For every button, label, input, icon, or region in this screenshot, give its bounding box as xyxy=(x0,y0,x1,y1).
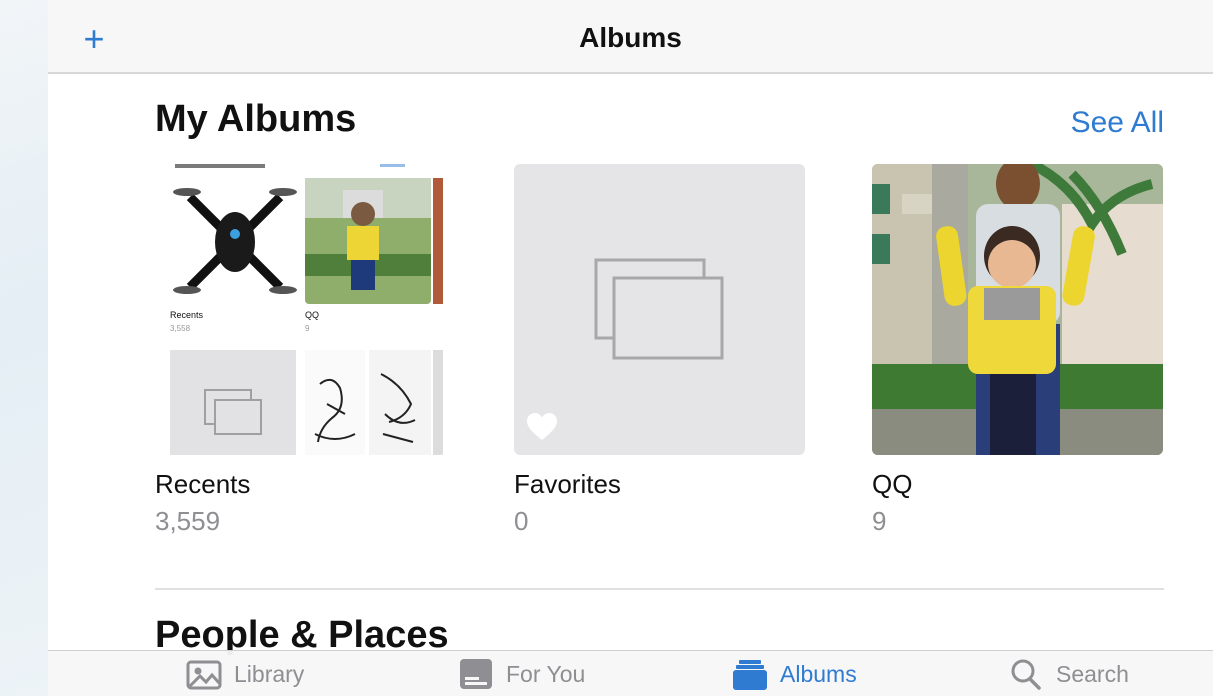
tab-for-you-label: For You xyxy=(506,660,586,687)
album-name-favorites: Favorites xyxy=(514,469,621,499)
my-albums-heading: My Albums xyxy=(155,98,357,140)
page-title: Albums xyxy=(579,22,682,53)
navigation-bar: + Albums xyxy=(48,0,1213,74)
album-name-recents: Recents xyxy=(155,469,251,499)
tab-search-label: Search xyxy=(1056,660,1129,687)
tab-albums[interactable]: Albums xyxy=(732,651,857,696)
heart-icon xyxy=(527,413,557,440)
album-thumb-qq[interactable] xyxy=(872,164,1163,455)
tab-for-you[interactable]: For You xyxy=(458,651,585,696)
preview-qq-count: 9 xyxy=(305,324,310,333)
section-divider xyxy=(155,588,1164,590)
album-name-qq: QQ xyxy=(872,469,913,499)
search-icon xyxy=(1011,659,1041,690)
preview-qq-label: QQ xyxy=(305,310,319,320)
preview-recents-label: Recents xyxy=(170,310,204,320)
see-all-link[interactable]: See All xyxy=(1071,106,1164,140)
tab-library-label: Library xyxy=(234,660,305,687)
album-count-recents: 3,559 xyxy=(155,506,221,536)
photo-icon xyxy=(186,660,222,690)
album-thumb-favorites[interactable] xyxy=(514,164,805,455)
recents-screenshot-thumbnail: Recents 3,558 QQ 9 xyxy=(155,164,446,455)
tab-albums-label: Albums xyxy=(780,660,857,687)
qq-photo-thumbnail xyxy=(872,164,1163,455)
background-left xyxy=(0,0,48,696)
album-count-favorites: 0 xyxy=(514,506,529,536)
albums-icon xyxy=(733,660,767,690)
tab-library[interactable]: Library xyxy=(186,651,304,696)
for-you-icon xyxy=(460,659,492,689)
tab-search[interactable]: Search xyxy=(1008,651,1129,696)
tab-bar: Library For You Albums Search xyxy=(48,650,1213,696)
album-count-qq: 9 xyxy=(872,506,887,536)
preview-recents-count: 3,558 xyxy=(170,324,191,333)
albums-screen: + Albums My Albums See All Recents 3,558 xyxy=(48,0,1213,696)
album-thumb-recents[interactable]: Recents 3,558 QQ 9 xyxy=(155,164,446,455)
